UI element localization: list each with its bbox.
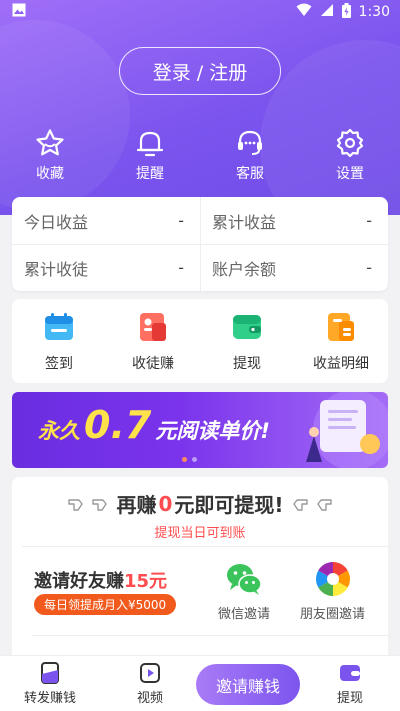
banner-suffix: 元阅读单价! — [155, 419, 270, 443]
divider — [22, 546, 388, 547]
video-play-icon — [140, 663, 160, 683]
stat-label: 今日收益 — [24, 212, 89, 232]
tab-share-earn[interactable]: 转发赚钱 — [0, 661, 100, 706]
stat-value: - — [178, 258, 184, 277]
invite-title-prefix: 邀请好友赚 — [34, 571, 124, 592]
withdraw-title-suffix: 元即可提现! — [174, 493, 284, 517]
banner-prefix: 永久 — [38, 419, 80, 443]
tab-video[interactable]: 视频 — [100, 661, 200, 706]
invite-amount: 15元 — [124, 571, 168, 592]
wallet-icon — [233, 315, 261, 339]
total-apprentices[interactable]: 累计收徒 - — [12, 244, 200, 291]
banner-illustration — [306, 392, 388, 468]
total-earnings[interactable]: 累计收益 - — [200, 197, 388, 244]
stat-label: 累计收徒 — [24, 259, 89, 279]
top-actions-row: 收藏 提醒 客服 设置 — [0, 127, 400, 183]
carousel-dot — [192, 457, 197, 462]
login-register-button[interactable]: 登录 / 注册 — [119, 47, 281, 95]
tab-label: 视频 — [136, 691, 163, 706]
pointing-hand-icon — [68, 498, 84, 511]
pointing-hand-icon — [92, 498, 108, 511]
tab-label: 转发赚钱 — [23, 691, 76, 706]
wechat-invite-button[interactable]: 微信邀请 — [218, 559, 270, 622]
quick-actions-card: 签到 收徒赚 提现 收益明细 — [12, 299, 388, 383]
apprentice-earn-button[interactable]: 收徒赚 — [106, 299, 200, 383]
earnings-detail-button[interactable]: 收益明细 — [294, 299, 388, 383]
reminder-button[interactable]: 提醒 — [100, 127, 200, 183]
tab-label: 提现 — [336, 691, 363, 706]
wechat-invite-label: 微信邀请 — [218, 607, 271, 622]
wechat-icon — [227, 564, 262, 595]
star-icon — [36, 129, 64, 156]
status-bar: 1:30 — [0, 0, 400, 24]
withdraw-subtitle: 提现当日可到账 — [154, 526, 246, 541]
reminder-label: 提醒 — [136, 166, 164, 182]
earnings-stats-card: 今日收益 - 累计收益 - 累计收徒 - 账户余额 - — [12, 197, 388, 291]
account-balance[interactable]: 账户余额 - — [200, 244, 388, 291]
pointing-hand-icon — [292, 498, 308, 511]
settings-label: 设置 — [336, 166, 364, 182]
moments-invite-button[interactable]: 朋友圈邀请 — [300, 559, 365, 622]
ledger-icon — [328, 313, 354, 341]
gear-icon — [336, 128, 364, 158]
today-earnings[interactable]: 今日收益 - — [12, 197, 200, 244]
customer-service-button[interactable]: 客服 — [200, 127, 300, 183]
pointing-hand-icon — [316, 498, 332, 511]
bell-icon — [136, 131, 164, 157]
battery-charging-icon — [341, 2, 351, 22]
clock-time: 1:30 — [358, 4, 390, 20]
apprentice-icon — [140, 313, 166, 341]
withdraw-button[interactable]: 提现 — [200, 299, 294, 383]
earnings-detail-label: 收益明细 — [313, 356, 369, 372]
carousel-dot-active — [182, 457, 187, 462]
apprentice-earn-label: 收徒赚 — [132, 356, 174, 372]
settings-button[interactable]: 设置 — [300, 127, 400, 183]
stat-value: - — [178, 211, 184, 230]
moments-icon — [315, 562, 350, 596]
banner-headline: 永久 0.7 元阅读单价! — [38, 406, 270, 445]
share-doc-icon — [41, 662, 59, 684]
withdraw-label: 提现 — [233, 356, 261, 372]
checkin-label: 签到 — [45, 356, 73, 372]
favorites-button[interactable]: 收藏 — [0, 127, 100, 183]
withdraw-wallet-icon — [340, 665, 360, 681]
invite-title: 邀请好友赚15元 — [34, 567, 167, 593]
calendar-icon — [45, 313, 73, 340]
invite-earn-button[interactable]: 邀请赚钱 — [196, 664, 300, 705]
withdraw-invite-card: 再赚 0 元即可提现! 提现当日可到账 邀请好友赚15元 每日领提成月入¥500… — [12, 477, 388, 677]
favorites-label: 收藏 — [36, 166, 64, 182]
wifi-icon — [296, 3, 312, 21]
carousel-dots — [182, 457, 197, 462]
divider — [200, 197, 201, 291]
checkin-button[interactable]: 签到 — [12, 299, 106, 383]
stat-value: - — [366, 258, 372, 277]
withdraw-amount: 0 — [158, 491, 173, 516]
moments-invite-label: 朋友圈邀请 — [300, 607, 366, 622]
signal-icon — [320, 3, 334, 21]
headset-icon — [238, 130, 262, 155]
withdraw-title-prefix: 再赚 — [116, 493, 157, 517]
tab-withdraw[interactable]: 提现 — [300, 661, 400, 706]
image-notification-icon — [12, 3, 26, 21]
stat-label: 累计收益 — [212, 212, 277, 232]
withdraw-progress-title: 再赚 0 元即可提现! — [12, 489, 388, 518]
stat-value: - — [366, 211, 372, 230]
divider — [32, 635, 388, 636]
invite-commission-badge: 每日领提成月入¥5000 — [34, 594, 177, 615]
customer-service-label: 客服 — [236, 166, 264, 182]
stat-label: 账户余额 — [212, 259, 277, 279]
promo-banner[interactable]: 永久 0.7 元阅读单价! — [12, 392, 388, 468]
banner-number: 0.7 — [84, 403, 152, 447]
